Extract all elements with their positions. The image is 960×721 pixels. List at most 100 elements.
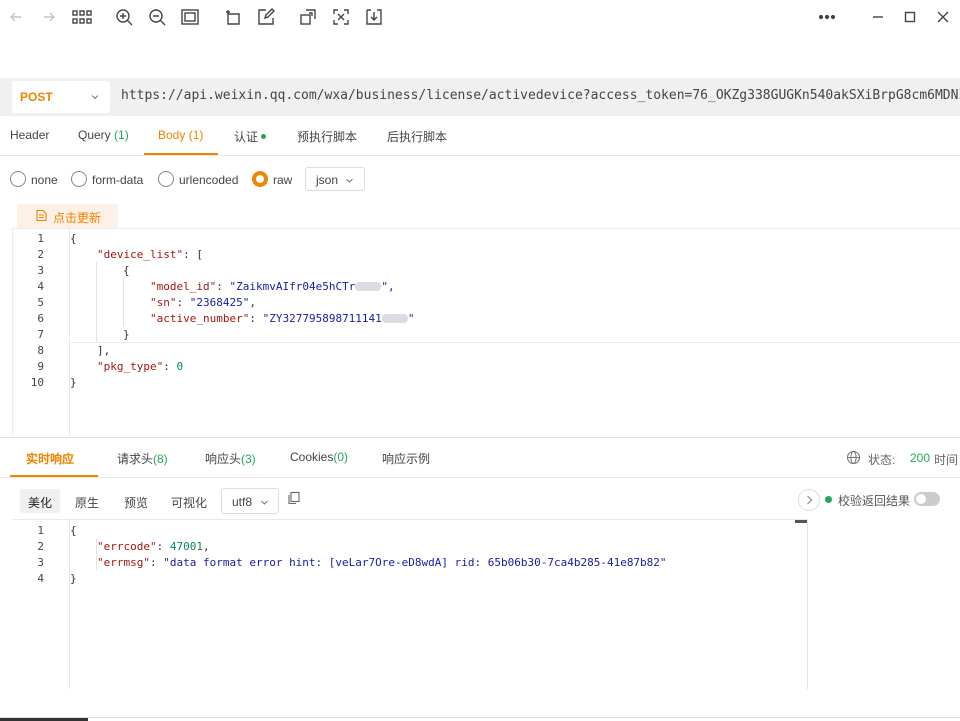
tab-cookies[interactable]: Cookies(0) [290, 450, 348, 464]
json-key: "active_number" [150, 312, 250, 325]
json-string: " [407, 312, 415, 325]
tab-request-headers-label: 请求头 [117, 452, 154, 466]
json-number: 47001 [169, 540, 203, 553]
update-button[interactable]: 点击更新 [17, 204, 118, 228]
view-visualize[interactable]: 可视化 [163, 489, 215, 513]
code-token: } [70, 376, 77, 389]
encoding-value: utf8 [232, 495, 253, 509]
time-label: 时间 [934, 453, 959, 467]
tab-body-label: Body [158, 128, 186, 142]
radio-raw[interactable] [252, 171, 268, 187]
code-token: } [70, 572, 77, 585]
maximize-icon[interactable] [900, 7, 920, 27]
radio-form-data[interactable] [71, 171, 87, 187]
view-raw[interactable]: 原生 [67, 489, 107, 513]
json-key: "errmsg" [97, 556, 150, 569]
line-number: 8 [37, 344, 44, 357]
method-select[interactable]: POST [12, 81, 110, 113]
line-number: 3 [37, 264, 44, 277]
tab-post-script-label: 后执行脚本 [387, 130, 448, 144]
tab-query[interactable]: Query (1) [78, 128, 129, 142]
tab-pre-script-label: 预执行脚本 [297, 130, 358, 144]
close-icon[interactable] [933, 7, 953, 27]
code-line: { [70, 524, 77, 537]
tab-cookies-count: (0) [333, 450, 349, 464]
back-icon[interactable] [6, 7, 26, 27]
tab-request-headers-count: (8) [153, 452, 168, 466]
panel-splitter[interactable] [0, 437, 960, 438]
radio-none-label: none [31, 173, 58, 187]
line-number: 1 [37, 232, 44, 245]
view-raw-label: 原生 [75, 496, 100, 510]
zoom-in-icon[interactable] [114, 7, 134, 27]
grid-icon[interactable] [72, 7, 92, 27]
radio-none[interactable] [10, 171, 26, 187]
code-line: { [70, 232, 77, 245]
more-icon[interactable] [817, 7, 837, 27]
radio-urlencoded[interactable] [158, 171, 174, 187]
code-token: : [249, 312, 263, 325]
divider [0, 717, 960, 718]
json-key: "pkg_type" [97, 360, 164, 373]
collapse-panel-button[interactable] [798, 489, 820, 511]
code-token: : [ [183, 248, 203, 261]
redacted-mask [381, 313, 408, 323]
tab-live-response[interactable]: 实时响应 [26, 450, 74, 467]
code-line: } [123, 328, 130, 341]
json-key: "errcode" [97, 540, 157, 553]
save-icon[interactable] [364, 7, 384, 27]
tab-request-headers[interactable]: 请求头(8) [117, 450, 168, 467]
divider [807, 519, 808, 689]
scrollbar[interactable] [795, 520, 807, 523]
validate-toggle[interactable] [914, 492, 940, 506]
json-string: ", [381, 280, 395, 293]
divider [12, 228, 960, 229]
format-value: json [316, 173, 339, 187]
edit-icon[interactable] [256, 7, 276, 27]
tab-pre-script[interactable]: 预执行脚本 [297, 128, 357, 145]
line-number: 4 [37, 280, 44, 293]
divider [0, 155, 960, 156]
line-number: 9 [37, 360, 44, 373]
method-label: POST [20, 90, 53, 104]
divider [0, 477, 960, 478]
json-string: "data format error hint: [veLar7Ore-eD8w… [163, 556, 667, 569]
view-preview-label: 预览 [124, 496, 149, 510]
tab-query-label: Query [78, 128, 111, 142]
format-select[interactable]: json [305, 167, 365, 191]
radio-raw-label: raw [273, 173, 293, 187]
forward-icon[interactable] [39, 7, 59, 27]
line-number: 5 [37, 296, 44, 309]
tab-header[interactable]: Header [10, 128, 49, 142]
json-key: "model_id" [150, 280, 217, 293]
minimize-icon[interactable] [868, 7, 888, 27]
scan-icon[interactable] [331, 7, 351, 27]
copy-region-icon[interactable] [298, 7, 318, 27]
view-preview[interactable]: 预览 [116, 489, 156, 513]
code-token: : [163, 360, 177, 373]
zoom-out-icon[interactable] [147, 7, 167, 27]
line-number: 6 [37, 312, 44, 325]
tab-cookies-label: Cookies [290, 450, 334, 464]
tab-response-example[interactable]: 响应示例 [382, 450, 430, 467]
code-token: : [176, 296, 190, 309]
view-pretty[interactable]: 美化 [20, 489, 61, 513]
encoding-select[interactable]: utf8 [221, 488, 279, 514]
tab-live-response-label: 实时响应 [26, 452, 75, 466]
code-token: { [123, 264, 130, 277]
fit-window-icon[interactable] [180, 7, 200, 27]
status-code: 200 [910, 451, 931, 465]
gutter-divider [69, 229, 70, 436]
line-number: 1 [37, 524, 44, 537]
url-input[interactable]: https://api.weixin.qq.com/wxa/business/l… [121, 88, 960, 103]
line-number: 4 [37, 572, 44, 585]
globe-icon [846, 450, 861, 465]
code-line: { [123, 264, 130, 277]
copy-icon[interactable] [287, 491, 305, 509]
crop-icon[interactable] [223, 7, 243, 27]
tab-post-script[interactable]: 后执行脚本 [387, 128, 447, 145]
tab-auth[interactable]: 认证 [234, 128, 267, 145]
code-line: "active_number": "ZY327795898711141 " [150, 312, 414, 325]
tab-body[interactable]: Body (1) [158, 128, 203, 142]
tab-response-headers[interactable]: 响应头(3) [205, 450, 256, 467]
